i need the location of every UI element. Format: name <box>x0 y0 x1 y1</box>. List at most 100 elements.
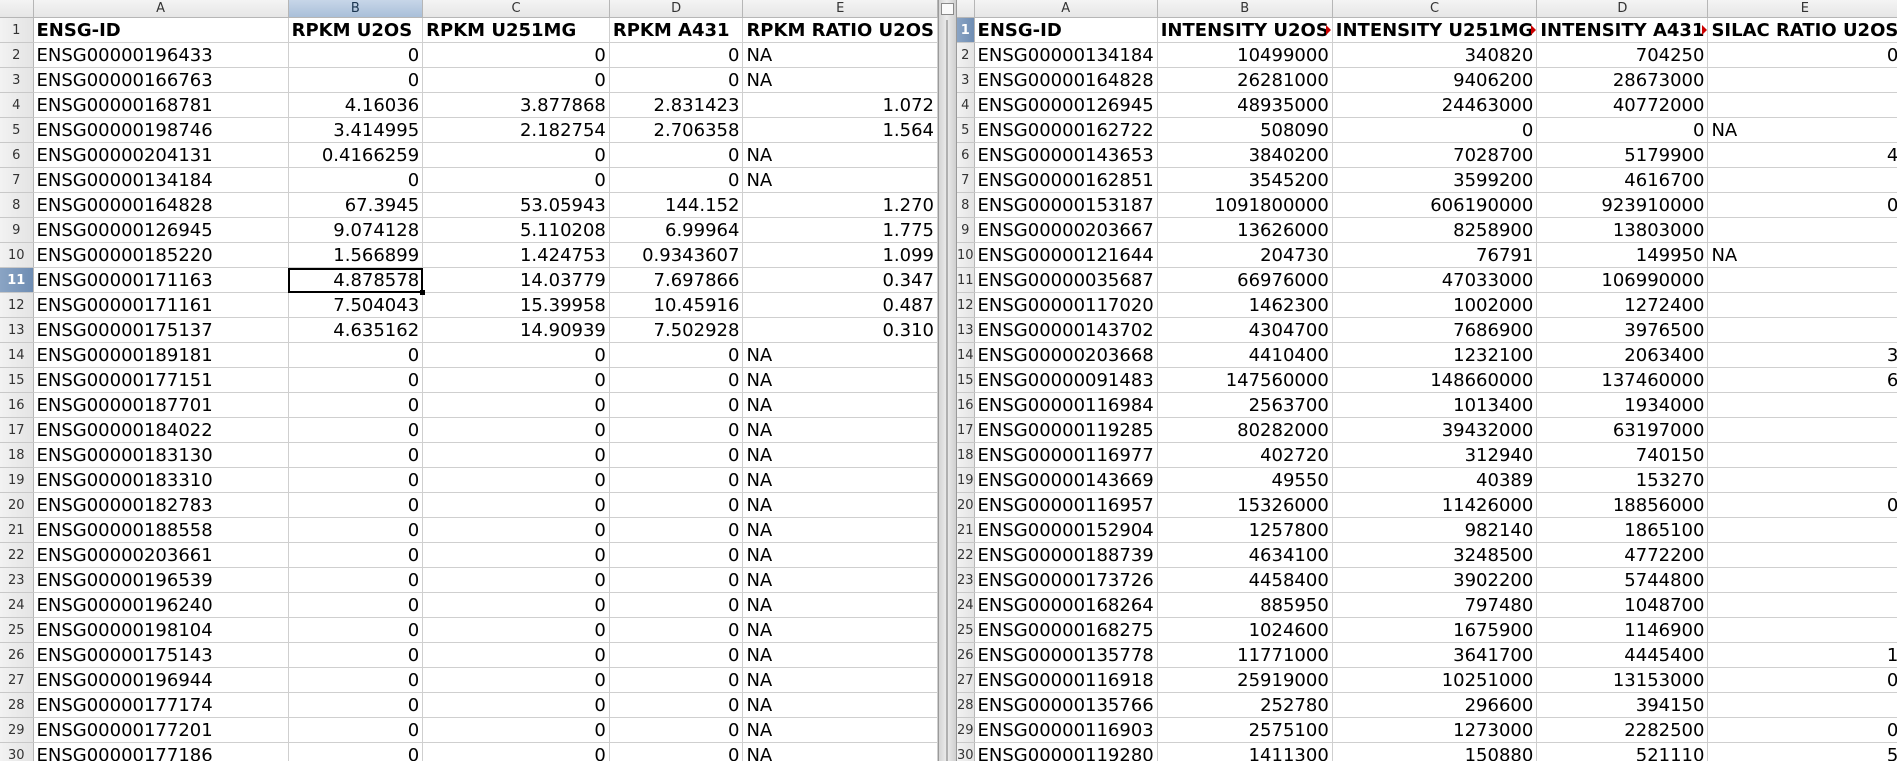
cell-b29[interactable]: 0 <box>288 717 424 743</box>
cell-a1[interactable]: ENSG-ID <box>974 17 1158 43</box>
cell-c30[interactable]: 150880 <box>1332 742 1538 761</box>
cell-b17[interactable]: 0 <box>288 417 424 443</box>
cell-d29[interactable]: 0 <box>609 717 744 743</box>
cell-e28[interactable] <box>1707 692 1897 718</box>
cell-d26[interactable]: 4445400 <box>1536 642 1709 668</box>
cell-d10[interactable]: 149950 <box>1536 242 1709 268</box>
cell-c15[interactable]: 0 <box>422 367 610 393</box>
cell-a29[interactable]: ENSG00000177201 <box>33 717 289 743</box>
cell-b26[interactable]: 0 <box>288 642 424 668</box>
cell-b5[interactable]: 508090 <box>1157 117 1333 143</box>
cell-e3[interactable]: NA <box>742 67 938 93</box>
cell-c28[interactable]: 0 <box>422 692 610 718</box>
cell-c18[interactable]: 0 <box>422 442 610 468</box>
cell-c3[interactable]: 9406200 <box>1332 67 1538 93</box>
cell-a24[interactable]: ENSG00000196240 <box>33 592 289 618</box>
fill-handle[interactable] <box>419 289 425 295</box>
cell-e4[interactable]: 1.072 <box>742 92 938 118</box>
cell-d24[interactable]: 1048700 <box>1536 592 1709 618</box>
cell-b21[interactable]: 0 <box>288 517 424 543</box>
cell-a3[interactable]: ENSG00000166763 <box>33 67 289 93</box>
cell-a17[interactable]: ENSG00000184022 <box>33 417 289 443</box>
cell-b14[interactable]: 4410400 <box>1157 342 1333 368</box>
row-header[interactable]: 4 <box>957 92 975 118</box>
cell-c2[interactable]: 0 <box>422 42 610 68</box>
cell-c4[interactable]: 3.877868 <box>422 92 610 118</box>
cell-e15[interactable]: 6 <box>1707 367 1897 393</box>
cell-a22[interactable]: ENSG00000203661 <box>33 542 289 568</box>
cell-a15[interactable]: ENSG00000177151 <box>33 367 289 393</box>
cell-c8[interactable]: 606190000 <box>1332 192 1538 218</box>
cell-e2[interactable]: NA <box>742 42 938 68</box>
row-header[interactable]: 2 <box>0 42 34 68</box>
row-header[interactable]: 23 <box>0 567 34 593</box>
cell-c13[interactable]: 7686900 <box>1332 317 1538 343</box>
cell-b15[interactable]: 147560000 <box>1157 367 1333 393</box>
cell-d24[interactable]: 0 <box>609 592 744 618</box>
row-header[interactable]: 20 <box>957 492 975 518</box>
cell-e12[interactable] <box>1707 292 1897 318</box>
row-header[interactable]: 17 <box>957 417 975 443</box>
cell-e22[interactable] <box>1707 542 1897 568</box>
row-header[interactable]: 14 <box>0 342 34 368</box>
cell-d2[interactable]: 0 <box>609 42 744 68</box>
cell-d5[interactable]: 2.706358 <box>609 117 744 143</box>
cell-d14[interactable]: 2063400 <box>1536 342 1709 368</box>
cell-c22[interactable]: 0 <box>422 542 610 568</box>
cell-a9[interactable]: ENSG00000126945 <box>33 217 289 243</box>
cell-d22[interactable]: 4772200 <box>1536 542 1709 568</box>
cell-a5[interactable]: ENSG00000198746 <box>33 117 289 143</box>
cell-c18[interactable]: 312940 <box>1332 442 1538 468</box>
row-header[interactable]: 30 <box>957 742 975 761</box>
cell-a10[interactable]: ENSG00000185220 <box>33 242 289 268</box>
cell-d1[interactable]: INTENSITY A431 <box>1536 17 1709 43</box>
cell-c21[interactable]: 982140 <box>1332 517 1538 543</box>
cell-b4[interactable]: 48935000 <box>1157 92 1333 118</box>
cell-b28[interactable]: 0 <box>288 692 424 718</box>
row-header[interactable]: 23 <box>957 567 975 593</box>
row-header[interactable]: 7 <box>957 167 975 193</box>
cell-b18[interactable]: 402720 <box>1157 442 1333 468</box>
cell-d6[interactable]: 0 <box>609 142 744 168</box>
cell-a18[interactable]: ENSG00000116977 <box>974 442 1158 468</box>
row-header[interactable]: 24 <box>957 592 975 618</box>
cell-a4[interactable]: ENSG00000126945 <box>974 92 1158 118</box>
cell-d8[interactable]: 144.152 <box>609 192 744 218</box>
cell-b24[interactable]: 0 <box>288 592 424 618</box>
cell-c8[interactable]: 53.05943 <box>422 192 610 218</box>
cell-d20[interactable]: 18856000 <box>1536 492 1709 518</box>
cell-e20[interactable]: NA <box>742 492 938 518</box>
cell-c29[interactable]: 1273000 <box>1332 717 1538 743</box>
cell-c23[interactable]: 3902200 <box>1332 567 1538 593</box>
cell-d29[interactable]: 2282500 <box>1536 717 1709 743</box>
cell-a11[interactable]: ENSG00000035687 <box>974 267 1158 293</box>
cell-a12[interactable]: ENSG00000117020 <box>974 292 1158 318</box>
cell-c3[interactable]: 0 <box>422 67 610 93</box>
cell-b7[interactable]: 0 <box>288 167 424 193</box>
row-header[interactable]: 5 <box>0 117 34 143</box>
row-header[interactable]: 1 <box>957 17 975 43</box>
cell-e27[interactable]: NA <box>742 667 938 693</box>
cell-d19[interactable]: 153270 <box>1536 467 1709 493</box>
cell-e10[interactable]: NA <box>1707 242 1897 268</box>
row-header[interactable]: 20 <box>0 492 34 518</box>
row-header[interactable]: 21 <box>0 517 34 543</box>
cell-b9[interactable]: 9.074128 <box>288 217 424 243</box>
cell-e5[interactable]: NA <box>1707 117 1897 143</box>
cell-e14[interactable]: NA <box>742 342 938 368</box>
cell-e1[interactable]: SILAC RATIO U2OS <box>1707 17 1897 43</box>
split-grip-icon[interactable] <box>941 3 954 15</box>
cell-c14[interactable]: 0 <box>422 342 610 368</box>
column-header-a[interactable]: A <box>974 0 1158 18</box>
cell-b1[interactable]: INTENSITY U2OS <box>1157 17 1333 43</box>
row-header[interactable]: 11 <box>957 267 975 293</box>
cell-d26[interactable]: 0 <box>609 642 744 668</box>
row-header[interactable]: 10 <box>0 242 34 268</box>
cell-b16[interactable]: 0 <box>288 392 424 418</box>
cell-a16[interactable]: ENSG00000187701 <box>33 392 289 418</box>
cell-a22[interactable]: ENSG00000188739 <box>974 542 1158 568</box>
cell-d15[interactable]: 0 <box>609 367 744 393</box>
right-sheet-pane[interactable]: A B C D E 1 ENSG-ID INTENSITY U2OS INTENSITY U25… <box>957 0 1897 761</box>
cell-c19[interactable]: 0 <box>422 467 610 493</box>
cell-b8[interactable]: 1091800000 <box>1157 192 1333 218</box>
